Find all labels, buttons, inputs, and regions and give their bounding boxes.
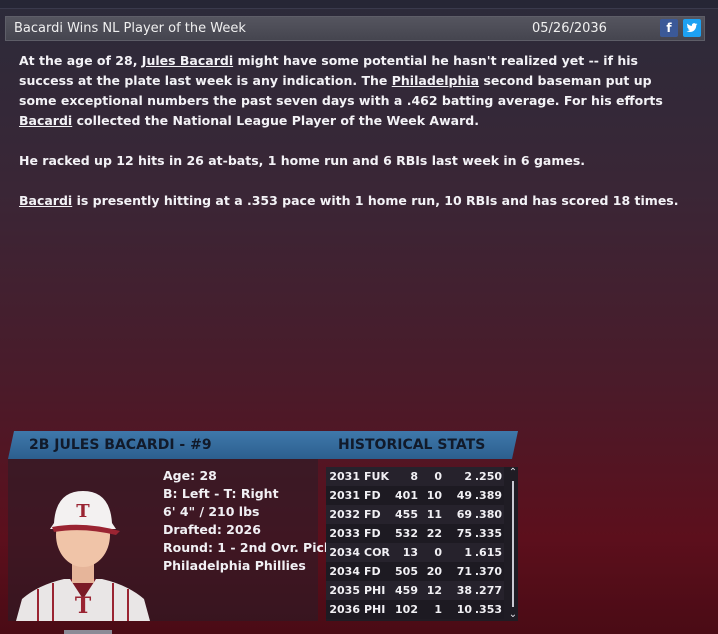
stats-cell-rbi: 38 [442,581,472,600]
stats-cell-rbi: 10 [442,600,472,619]
stats-cell-avg: .353 [472,600,504,619]
news-headline: Bacardi Wins NL Player of the Week [14,21,246,36]
player-draft-round: Round: 1 - 2nd Ovr. Pick [163,540,333,555]
stats-cell-ab: 13 [390,543,418,562]
stats-row: 2031 FD 401 10 49.389 [326,486,504,505]
stats-cell-hr: 22 [418,524,442,543]
stats-cell-avg: .250 [472,467,504,486]
stats-cell-team: FD [364,486,390,505]
stats-cell-hr: 10 [418,486,442,505]
team-link[interactable]: Philadelphia [392,73,479,88]
page-scrollbar[interactable] [708,16,718,626]
stats-cell-ab: 459 [390,581,418,600]
news-header-bar: Bacardi Wins NL Player of the Week 05/26… [5,16,705,41]
stats-cell-rbi: 49 [442,486,472,505]
player-link[interactable]: Bacardi [19,193,72,208]
player-panel: 2B JULES BACARDI - #9 HISTORICAL STATS T… [8,431,518,621]
stats-cell-team: PHI [364,600,390,619]
stats-cell-hr: 12 [418,581,442,600]
stats-cell-year: 2034 [326,562,364,581]
stats-cell-year: 2034 [326,543,364,562]
bottom-tab[interactable] [64,630,112,634]
stats-cell-team: FUK [364,467,390,486]
stats-cell-ab: 401 [390,486,418,505]
stats-cell-avg: .615 [472,543,504,562]
historical-stats-box: 2031 FUK 8 0 2.250 2031 FD 401 10 49.389 2032 FD 455… [326,467,518,621]
stats-cell-ab: 505 [390,562,418,581]
facebook-icon[interactable]: f [660,19,678,37]
article-paragraph-1: At the age of 28, Jules Bacardi might ha… [19,51,689,131]
stats-cell-team: PHI [364,581,390,600]
player-bats-throws: B: Left - T: Right [163,486,279,501]
twitter-icon[interactable] [683,19,701,37]
news-article: At the age of 28, Jules Bacardi might ha… [19,51,689,231]
article-text: At the age of 28, [19,53,142,68]
stats-cell-year: 2036 [326,600,364,619]
stats-cell-year: 2031 [326,486,364,505]
stats-cell-hr: 0 [418,543,442,562]
stats-cell-ab: 8 [390,467,418,486]
chevron-down-icon[interactable]: ⌄ [508,609,518,621]
stats-row: 2031 FUK 8 0 2.250 [326,467,504,486]
stats-scrollbar[interactable]: ⌃ ⌄ [508,467,518,621]
stats-cell-avg: .335 [472,524,504,543]
player-title[interactable]: 2B JULES BACARDI - #9 [29,437,212,453]
player-link[interactable]: Bacardi [19,113,72,128]
svg-text:T: T [76,501,90,522]
stats-cell-rbi: 71 [442,562,472,581]
stats-cell-rbi: 69 [442,505,472,524]
stats-cell-hr: 1 [418,600,442,619]
stats-cell-ab: 532 [390,524,418,543]
player-photo: T T [16,491,150,621]
player-bio: Age: 28 B: Left - T: Right 6' 4" / 210 l… [163,467,332,575]
stats-cell-year: 2032 [326,505,364,524]
historical-stats-table: 2031 FUK 8 0 2.250 2031 FD 401 10 49.389 2032 FD 455… [326,467,504,619]
article-paragraph-3: Bacardi is presently hitting at a .353 p… [19,191,689,211]
stats-cell-hr: 20 [418,562,442,581]
player-link[interactable]: Jules Bacardi [142,53,233,68]
stats-cell-team: FD [364,524,390,543]
stats-cell-avg: .389 [472,486,504,505]
stats-cell-avg: .277 [472,581,504,600]
stats-cell-rbi: 2 [442,467,472,486]
article-text: collected the National League Player of … [72,113,479,128]
svg-text:T: T [75,593,92,619]
stats-row: 2034 FD 505 20 71.370 [326,562,504,581]
stats-cell-team: FD [364,562,390,581]
player-team[interactable]: Philadelphia Phillies [163,557,332,575]
stats-cell-year: 2033 [326,524,364,543]
stats-cell-hr: 11 [418,505,442,524]
stats-cell-avg: .380 [472,505,504,524]
historical-stats-title: HISTORICAL STATS [338,437,486,453]
stats-cell-rbi: 75 [442,524,472,543]
player-drafted: Drafted: 2026 [163,522,261,537]
stats-cell-year: 2035 [326,581,364,600]
stats-row: 2033 FD 532 22 75.335 [326,524,504,543]
stats-cell-team: FD [364,505,390,524]
stats-cell-rbi: 1 [442,543,472,562]
stats-row: 2036 PHI 102 1 10.353 [326,600,504,619]
stats-cell-team: COR [364,543,390,562]
scroll-thumb[interactable] [512,481,514,607]
stats-cell-ab: 455 [390,505,418,524]
top-border [0,0,718,9]
player-age: Age: 28 [163,468,217,483]
stats-cell-hr: 0 [418,467,442,486]
stats-cell-year: 2031 [326,467,364,486]
stats-row: 2032 FD 455 11 69.380 [326,505,504,524]
stats-row: 2035 PHI 459 12 38.277 [326,581,504,600]
stats-cell-avg: .370 [472,562,504,581]
article-paragraph-2: He racked up 12 hits in 26 at-bats, 1 ho… [19,153,586,168]
news-date: 05/26/2036 [532,21,607,36]
stats-row: 2034 COR 13 0 1.615 [326,543,504,562]
chevron-up-icon[interactable]: ⌃ [508,467,518,479]
stats-cell-ab: 102 [390,600,418,619]
player-height-weight: 6' 4" / 210 lbs [163,504,260,519]
article-text: is presently hitting at a .353 pace with… [72,193,679,208]
